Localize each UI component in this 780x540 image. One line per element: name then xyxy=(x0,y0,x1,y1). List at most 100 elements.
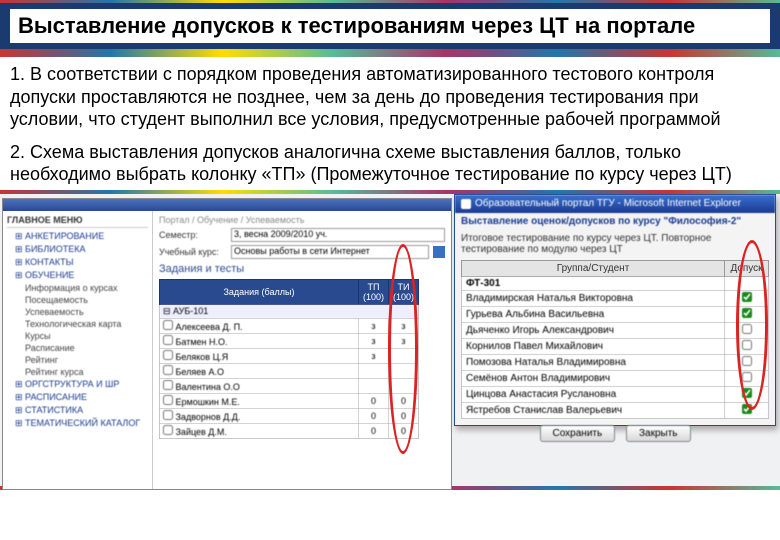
sidebar-item[interactable]: ⊞ СТАТИСТИКА xyxy=(7,404,148,417)
tp-cell[interactable]: 0 xyxy=(358,393,388,408)
ti-cell[interactable]: 0 xyxy=(388,393,418,408)
row-checkbox[interactable] xyxy=(163,395,173,405)
tp-cell[interactable]: 0 xyxy=(358,423,388,438)
group-row: ⊟ АУБ-101 xyxy=(160,304,419,318)
ie-subheader-2: Итоговое тестирование по курсу через ЦТ.… xyxy=(455,230,775,258)
student-name: Цинцова Анастасия Руслановна xyxy=(462,386,725,402)
sidebar-header: ГЛАВНОЕ МЕНЮ xyxy=(7,215,148,228)
table-row: Дьяченко Игорь Александрович xyxy=(462,322,769,338)
admission-checkbox[interactable] xyxy=(742,292,752,302)
table-row: Ермошкин М.Е.00 xyxy=(160,393,419,408)
table-row: Задворнов Д.Д.00 xyxy=(160,408,419,423)
sidebar-item[interactable]: ⊞ КОНТАКТЫ xyxy=(7,256,148,269)
table-row: Зайцев Д.М.00 xyxy=(160,423,419,438)
course-label: Учебный курс: xyxy=(159,247,227,257)
row-checkbox[interactable] xyxy=(163,425,173,435)
th-tasks: Задания (баллы) xyxy=(160,279,359,304)
portal-sidebar: ГЛАВНОЕ МЕНЮ ⊞ АНКЕТИРОВАНИЕ⊞ БИБЛИОТЕКА… xyxy=(3,211,153,489)
table-row: Валентина О.О xyxy=(160,378,419,393)
sidebar-subitem[interactable]: Курсы xyxy=(7,330,148,342)
students-grid: Задания (баллы) ТП (100) ТИ (100) ⊟ АУБ-… xyxy=(159,279,419,439)
student-name: Помозова Наталья Владимировна xyxy=(462,354,725,370)
sidebar-subitem[interactable]: Рейтинг xyxy=(7,354,148,366)
sidebar-item[interactable]: ⊞ ОБУЧЕНИЕ xyxy=(7,269,148,282)
sidebar-item[interactable]: ⊞ ОРГСТРУКТУРА И ШР xyxy=(7,378,148,391)
course-select[interactable]: Основы работы в сети Интернет xyxy=(231,245,429,259)
row-checkbox[interactable] xyxy=(163,335,173,345)
ie-icon xyxy=(461,199,471,209)
semester-select[interactable]: 3, весна 2009/2010 уч. xyxy=(231,228,445,242)
th-ti[interactable]: ТИ (100) xyxy=(388,279,418,304)
row-checkbox[interactable] xyxy=(163,410,173,420)
admission-checkbox[interactable] xyxy=(742,372,752,382)
table-row: Корнилов Павел Михайлович xyxy=(462,338,769,354)
ie-subheader-1: Выставление оценок/допусков по курсу "Фи… xyxy=(461,216,741,227)
slide-title: Выставление допусков к тестированиям чер… xyxy=(10,9,770,43)
go-icon[interactable] xyxy=(433,246,445,258)
row-checkbox[interactable] xyxy=(163,380,173,390)
table-row: Ястребов Станислав Валерьевич xyxy=(462,402,769,418)
student-name: Дьяченко Игорь Александрович xyxy=(462,322,725,338)
sidebar-subitem[interactable]: Рейтинг курса xyxy=(7,366,148,378)
group-row: ФТ-301 xyxy=(462,276,725,290)
table-row: Беляев А.О xyxy=(160,363,419,378)
ti-cell[interactable] xyxy=(388,348,418,363)
slide-paragraph-1: 1. В соответствии с порядком проведения … xyxy=(0,57,780,135)
admission-checkbox[interactable] xyxy=(742,340,752,350)
slide-paragraph-2: 2. Схема выставления допусков аналогична… xyxy=(0,135,780,190)
admission-checkbox[interactable] xyxy=(742,308,752,318)
ie-title-text: Образовательный портал ТГУ - Microsoft I… xyxy=(475,198,741,209)
table-row: Беляков Ц.Яз xyxy=(160,348,419,363)
student-name: Владимирская Наталья Викторовна xyxy=(462,290,725,306)
sidebar-subitem[interactable]: Информация о курсах xyxy=(7,282,148,294)
portal-content: Портал / Обучение / Успеваемость Семестр… xyxy=(153,211,451,489)
admission-table: Группа/Студент Допуск ФТ-301 Владимирска… xyxy=(461,260,769,419)
sidebar-item[interactable]: ⊞ БИБЛИОТЕКА xyxy=(7,243,148,256)
table-row: Цинцова Анастасия Руслановна xyxy=(462,386,769,402)
ti-cell[interactable]: з xyxy=(388,333,418,348)
semester-label: Семестр: xyxy=(159,230,227,240)
tp-cell[interactable]: з xyxy=(358,348,388,363)
ti-cell[interactable] xyxy=(388,363,418,378)
breadcrumb: Портал / Обучение / Успеваемость xyxy=(159,215,445,225)
sidebar-subitem[interactable]: Посещаемость xyxy=(7,294,148,306)
sidebar-subitem[interactable]: Успеваемость xyxy=(7,306,148,318)
th-admission: Допуск xyxy=(725,260,769,276)
sidebar-subitem[interactable]: Технологическая карта xyxy=(7,318,148,330)
save-button[interactable]: Сохранить xyxy=(540,425,616,442)
row-checkbox[interactable] xyxy=(163,365,173,375)
student-name: Семёнов Антон Владимирович xyxy=(462,370,725,386)
ti-cell[interactable]: 0 xyxy=(388,408,418,423)
row-checkbox[interactable] xyxy=(163,350,173,360)
table-row: Помозова Наталья Владимировна xyxy=(462,354,769,370)
sidebar-subitem[interactable]: Расписание xyxy=(7,342,148,354)
ti-cell[interactable] xyxy=(388,378,418,393)
admission-checkbox[interactable] xyxy=(742,324,752,334)
sidebar-item[interactable]: ⊞ АНКЕТИРОВАНИЕ xyxy=(7,230,148,243)
screenshots-area: ГЛАВНОЕ МЕНЮ ⊞ АНКЕТИРОВАНИЕ⊞ БИБЛИОТЕКА… xyxy=(0,190,780,490)
tp-cell[interactable] xyxy=(358,378,388,393)
admission-checkbox[interactable] xyxy=(742,404,752,414)
tp-cell[interactable] xyxy=(358,363,388,378)
tp-cell[interactable]: з xyxy=(358,333,388,348)
student-name: Гурьева Альбина Васильевна xyxy=(462,306,725,322)
admission-checkbox[interactable] xyxy=(742,388,752,398)
sidebar-item[interactable]: ⊞ РАСПИСАНИЕ xyxy=(7,391,148,404)
tp-cell[interactable]: з xyxy=(358,318,388,333)
ie-window: Образовательный портал ТГУ - Microsoft I… xyxy=(454,194,776,426)
student-name: Ястребов Станислав Валерьевич xyxy=(462,402,725,418)
ti-cell[interactable]: 0 xyxy=(388,423,418,438)
ie-titlebar: Образовательный портал ТГУ - Microsoft I… xyxy=(455,195,775,213)
tp-cell[interactable]: 0 xyxy=(358,408,388,423)
portal-topbar xyxy=(3,199,451,211)
close-button[interactable]: Закрыть xyxy=(626,425,691,442)
table-row: Гурьева Альбина Васильевна xyxy=(462,306,769,322)
sidebar-item[interactable]: ⊞ ТЕМАТИЧЕСКИЙ КАТАЛОГ xyxy=(7,417,148,430)
table-row: Семёнов Антон Владимирович xyxy=(462,370,769,386)
admission-checkbox[interactable] xyxy=(742,356,752,366)
student-name: Корнилов Павел Михайлович xyxy=(462,338,725,354)
table-row: Владимирская Наталья Викторовна xyxy=(462,290,769,306)
ti-cell[interactable]: з xyxy=(388,318,418,333)
row-checkbox[interactable] xyxy=(163,320,173,330)
th-tp[interactable]: ТП (100) xyxy=(358,279,388,304)
